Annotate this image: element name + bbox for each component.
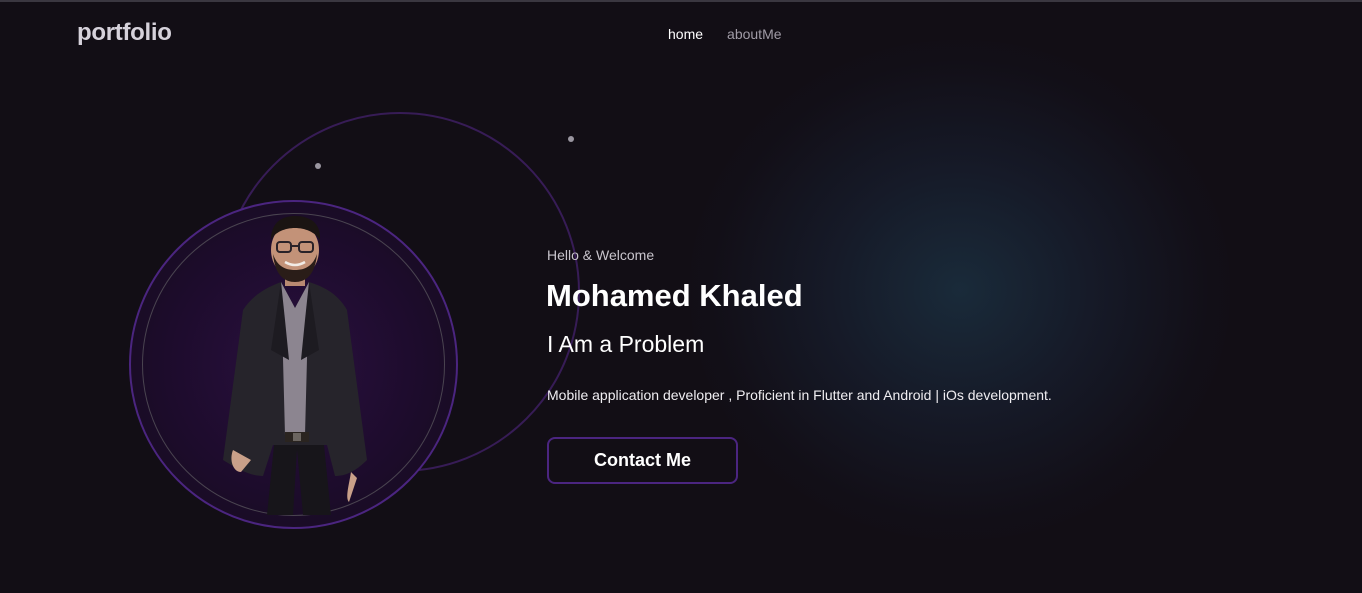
contact-me-button[interactable]: Contact Me [547, 437, 738, 484]
orbit-dot [568, 136, 574, 142]
site-logo[interactable]: portfolio [77, 19, 172, 47]
hero-role: I Am a Problem [547, 331, 705, 357]
main-nav: home aboutMe [668, 26, 782, 42]
nav-item-aboutme[interactable]: aboutMe [727, 26, 781, 42]
hero-name: Mohamed Khaled [546, 278, 803, 313]
nav-item-home[interactable]: home [668, 26, 703, 42]
orbit-dot [315, 163, 321, 169]
top-divider [0, 0, 1362, 2]
portfolio-page: portfolio home aboutMe Hello & Welcome M… [0, 0, 1362, 593]
greeting-text: Hello & Welcome [547, 247, 655, 263]
profile-photo [223, 216, 367, 515]
hero-description: Mobile application developer , Proficien… [547, 387, 1052, 403]
